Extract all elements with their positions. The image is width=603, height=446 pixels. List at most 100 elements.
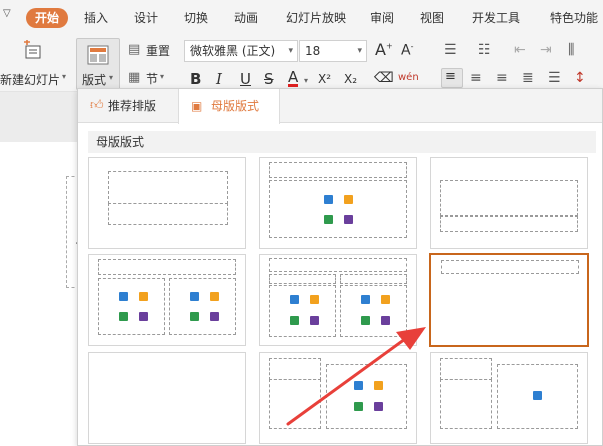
picture-icon [361,295,370,304]
table-icon [190,312,199,321]
chart-icon [374,381,383,390]
reset-icon: ▤ [128,42,141,57]
layout-label: 版式 [82,73,107,87]
numbering-icon[interactable]: ☷ [478,42,491,58]
font-size-value: 18 [305,44,321,58]
layout-icon [87,45,109,65]
chevron-down-icon: ▾ [288,46,293,56]
font-color-button[interactable]: A [288,70,299,87]
media-icon [310,316,319,325]
master-layout-icon: ▣ [191,99,203,113]
table-icon [119,312,128,321]
layout-panel-tabs: 👍︎ 推荐排版 ▣ 母版版式 [78,89,602,124]
superscript-button[interactable]: X² [318,72,331,86]
media-icon [139,312,148,321]
tab-master-layouts[interactable]: ▣ 母版版式 [178,89,280,124]
tab-review[interactable]: 审阅 [370,8,394,28]
strikethrough-button[interactable]: S [264,70,274,88]
tab-home[interactable]: 开始 [26,8,69,28]
font-size-select[interactable]: 18 ▾ [299,40,367,62]
chevron-down-icon: ▾ [357,46,362,56]
text-direction-icon[interactable]: ⫼ [568,42,574,58]
tab-insert[interactable]: 插入 [84,8,108,28]
clear-format-button[interactable]: ⌫ [374,70,394,86]
section-button[interactable]: 节 [146,70,158,87]
grow-font-button[interactable]: A+ [375,40,393,59]
tab-slideshow[interactable]: 幻灯片放映 [286,8,346,28]
new-slide-button[interactable]: 新建幻灯片 [0,71,60,88]
layout-thumb-picture-with-caption[interactable] [430,352,588,444]
grow-font-label: A [375,40,386,59]
new-slide-icon[interactable] [22,39,44,62]
chart-icon [381,295,390,304]
layout-thumb-title-and-content[interactable] [259,157,417,249]
layout-button[interactable]: 版式 ▾ [76,38,120,90]
layout-dropdown-icon: ▾ [109,73,114,82]
font-color-dropdown-icon[interactable]: ▾ [304,76,308,85]
shrink-font-button[interactable]: A- [401,42,413,59]
justify-icon[interactable]: ≣ [522,70,534,86]
picture-icon [290,295,299,304]
italic-button[interactable]: I [216,70,222,88]
ribbon-tab-bar: ▽ 开始 插入 设计 切换 动画 幻灯片放映 审阅 视图 开发工具 特色功能 [0,0,603,34]
layout-thumb-content-with-caption[interactable] [259,352,417,444]
layout-thumb-blank[interactable] [88,352,246,444]
tab-transitions[interactable]: 切换 [184,8,208,28]
chart-icon [344,195,353,204]
table-icon [361,316,370,325]
tab-recommended-layouts[interactable]: 👍︎ 推荐排版 [78,89,174,123]
tab-master-label: 母版版式 [211,99,260,113]
picture-icon [354,381,363,390]
table-icon [324,215,333,224]
font-name-value: 微软雅黑 (正文) [190,44,276,58]
tab-recommended-label: 推荐排版 [108,99,157,113]
picture-icon [324,195,333,204]
line-spacing-icon[interactable]: ↕ [574,70,586,86]
layout-thumb-section-header[interactable] [430,157,588,249]
tab-animations[interactable]: 动画 [234,8,258,28]
thumbs-up-icon: 👍︎ [90,98,104,113]
menu-caret-icon[interactable]: ▽ [3,8,11,19]
tab-special-features[interactable]: 特色功能 [550,8,598,28]
home-toolbar: 新建幻灯片 ▾ 版式 ▾ ▤ 重置 ▦ 节 ▾ 微软雅黑 (正文) ▾ 18 ▾… [0,34,603,92]
decrease-indent-icon[interactable]: ⇤ [514,42,526,58]
subscript-button[interactable]: X₂ [344,72,357,86]
media-icon [344,215,353,224]
table-icon [354,402,363,411]
layout-thumb-title-slide[interactable] [88,157,246,249]
layout-thumb-two-content[interactable] [88,254,246,346]
layout-thumb-comparison[interactable] [259,254,417,346]
increase-indent-icon[interactable]: ⇥ [540,42,552,58]
bullets-icon[interactable]: ☰ [444,42,457,58]
layout-thumb-title-only[interactable] [429,253,589,347]
media-icon [374,402,383,411]
align-right-icon[interactable]: ≡ [496,70,508,86]
shrink-font-label: A [401,42,411,59]
align-center-icon[interactable]: ≡ [470,70,482,86]
font-name-select[interactable]: 微软雅黑 (正文) ▾ [184,40,298,62]
chart-icon [210,292,219,301]
chart-icon [139,292,148,301]
reset-button[interactable]: 重置 [146,42,170,59]
underline-button[interactable]: U [240,70,251,88]
tab-view[interactable]: 视图 [420,8,444,28]
section-icon: ▦ [128,70,141,85]
section-title: 母版版式 [88,131,596,153]
align-left-icon: ≡ [445,69,456,84]
media-icon [381,316,390,325]
tab-developer[interactable]: 开发工具 [472,8,520,28]
picture-icon [533,391,542,400]
section-dropdown-icon[interactable]: ▾ [160,72,164,81]
picture-icon [190,292,199,301]
table-icon [290,316,299,325]
chart-icon [310,295,319,304]
bold-button[interactable]: B [190,70,201,88]
new-slide-dropdown-icon[interactable]: ▾ [62,72,66,81]
tab-design[interactable]: 设计 [134,8,158,28]
media-icon [210,312,219,321]
picture-icon [119,292,128,301]
phonetic-guide-button[interactable]: wén [398,72,419,83]
align-left-button[interactable]: ≡ [441,68,463,88]
layout-dropdown-panel: 👍︎ 推荐排版 ▣ 母版版式 母版版式 [77,88,603,446]
distribute-icon[interactable]: ☰ [548,70,561,86]
